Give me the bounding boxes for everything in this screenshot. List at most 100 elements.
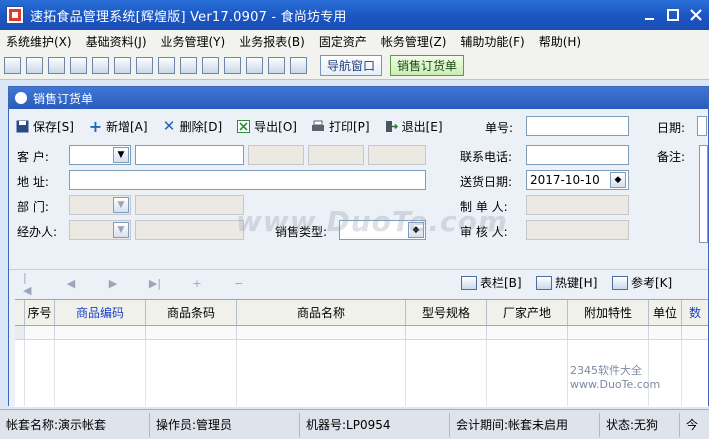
minimize-icon[interactable] [640, 5, 660, 25]
maker-input [526, 195, 629, 215]
sales-order-title: 销售订货单 [33, 91, 94, 106]
prev-record-icon[interactable]: ◀ [65, 277, 77, 290]
document-icon[interactable] [70, 57, 87, 74]
date-input[interactable] [697, 116, 707, 136]
print-label: 打印[P] [328, 119, 370, 134]
users-icon[interactable] [136, 57, 153, 74]
menu-tools[interactable]: 辅助功能(F) [460, 33, 524, 50]
keyboard-icon [536, 275, 552, 290]
first-record-icon[interactable]: |◀ [23, 271, 35, 297]
col-unit[interactable]: 单位 [649, 300, 682, 325]
customer-extra-3 [368, 145, 426, 165]
transfer-icon[interactable] [114, 57, 131, 74]
hotkeys-button[interactable]: 热键[H] [536, 274, 597, 291]
row-indicator-header [15, 300, 25, 325]
printer-icon[interactable] [246, 57, 263, 74]
status-account: 帐套名称:演示帐套 [0, 412, 150, 437]
delete-button[interactable]: ✕ 删除[D] [162, 117, 222, 135]
reference-label: 参考[K] [631, 276, 673, 290]
excel-icon [236, 119, 251, 134]
exit-label: 退出[E] [401, 119, 443, 134]
grid-icon[interactable] [4, 57, 21, 74]
grid-header-row: 序号 商品编码 商品条码 商品名称 型号规格 厂家产地 附加特性 单位 数 [15, 300, 708, 326]
col-seq[interactable]: 序号 [25, 300, 55, 325]
handler-name [135, 220, 244, 240]
save-button[interactable]: 保存[S] [15, 118, 74, 135]
reference-icon [612, 275, 628, 290]
menu-system[interactable]: 系统维护(X) [6, 33, 72, 50]
table-row[interactable] [15, 326, 708, 340]
save-disk-icon[interactable] [224, 57, 241, 74]
col-spec[interactable]: 型号规格 [406, 300, 487, 325]
exit-icon[interactable] [290, 57, 307, 74]
title-bar: 速拓食品管理系统[辉煌版] Ver17.0907 - 食尚坊专用 [0, 0, 709, 30]
customer-dropdown-icon[interactable]: ▼ [113, 147, 129, 163]
delivery-date-label: 送货日期: [460, 175, 513, 189]
date-picker-icon[interactable]: ◆ [610, 172, 626, 188]
edit-icon[interactable] [180, 57, 197, 74]
watermark-text: www.DuoTe.com [236, 205, 508, 238]
menu-bar: 系统维护(X) 基础资料(J) 业务管理(Y) 业务报表(B) 固定资产 帐务管… [0, 30, 709, 52]
new-button[interactable]: + 新增[A] [88, 117, 148, 136]
table-columns-icon [461, 275, 477, 290]
status-period: 会计期间:帐套未启用 [450, 412, 600, 437]
next-record-icon[interactable]: ▶ [107, 277, 119, 290]
window-title: 速拓食品管理系统[辉煌版] Ver17.0907 - 食尚坊专用 [30, 9, 347, 25]
watermark-logo: 2345软件大全 www.DuoTe.com [570, 364, 661, 391]
app-window: 速拓食品管理系统[辉煌版] Ver17.0907 - 食尚坊专用 系统维护(X)… [0, 0, 709, 439]
columns-label: 表栏[B] [480, 276, 522, 290]
col-origin[interactable]: 厂家产地 [487, 300, 568, 325]
maximize-icon[interactable] [663, 5, 683, 25]
col-barcode[interactable]: 商品条码 [146, 300, 237, 325]
sales-order-window: 销售订货单 保存[S] + 新增[A] ✕ 删除[D] 导出[O] 打印[P] … [8, 86, 709, 407]
status-machine: 机器号:LP0954 [300, 412, 450, 437]
calendar-icon[interactable] [202, 57, 219, 74]
save-label: 保存[S] [33, 119, 74, 134]
form-icon[interactable] [26, 57, 43, 74]
exit-door-icon [384, 119, 399, 134]
menu-basic-data[interactable]: 基础资料(J) [86, 33, 147, 50]
handler-dropdown-icon[interactable]: ▼ [113, 222, 129, 238]
last-record-icon[interactable]: ▶| [149, 277, 161, 290]
col-attributes[interactable]: 附加特性 [568, 300, 649, 325]
help-icon[interactable] [268, 57, 285, 74]
address-input[interactable] [69, 170, 426, 190]
close-icon[interactable] [686, 5, 706, 25]
nav-window-button[interactable]: 导航窗口 [320, 55, 383, 76]
department-name [135, 195, 244, 215]
department-dropdown-icon[interactable]: ▼ [113, 197, 129, 213]
note-textarea[interactable] [699, 145, 708, 243]
truck-icon[interactable] [158, 57, 175, 74]
reference-button[interactable]: 参考[K] [612, 274, 672, 291]
menu-help[interactable]: 帮助(H) [539, 33, 581, 50]
sales-order-tab-button[interactable]: 销售订货单 [390, 55, 465, 76]
col-product-code[interactable]: 商品编码 [55, 300, 146, 325]
remove-row-icon[interactable]: − [233, 277, 245, 290]
record-nav-bar: |◀ ◀ ▶ ▶| + − [9, 269, 708, 297]
window-icon[interactable] [48, 57, 65, 74]
note-label: 备注: [657, 150, 686, 164]
menu-reports[interactable]: 业务报表(B) [239, 33, 305, 50]
customer-name-input[interactable] [135, 145, 244, 165]
print-button[interactable]: 打印[P] [311, 118, 370, 135]
phone-input[interactable] [526, 145, 629, 165]
menu-fixed-assets[interactable]: 固定资产 [319, 33, 367, 50]
exit-button[interactable]: 退出[E] [384, 118, 443, 135]
department-label: 部 门: [17, 200, 49, 214]
menu-accounts[interactable]: 帐务管理(Z) [381, 33, 447, 50]
auditor-input [526, 220, 629, 240]
order-no-input[interactable] [526, 116, 629, 136]
col-quantity[interactable]: 数 [682, 300, 708, 325]
insert-row-icon[interactable]: + [191, 277, 203, 290]
customer-label: 客 户: [17, 150, 49, 164]
app-logo-icon [6, 6, 24, 24]
sales-order-titlebar: 销售订货单 [9, 87, 708, 109]
status-bar: 帐套名称:演示帐套 操作员:管理员 机器号:LP0954 会计期间:帐套未启用 … [0, 409, 709, 439]
phone-label: 联系电话: [460, 150, 513, 164]
floppy-icon [15, 119, 30, 134]
tools-icon[interactable] [92, 57, 109, 74]
col-product-name[interactable]: 商品名称 [237, 300, 406, 325]
menu-business[interactable]: 业务管理(Y) [161, 33, 226, 50]
columns-button[interactable]: 表栏[B] [461, 274, 522, 291]
export-button[interactable]: 导出[O] [236, 118, 297, 135]
